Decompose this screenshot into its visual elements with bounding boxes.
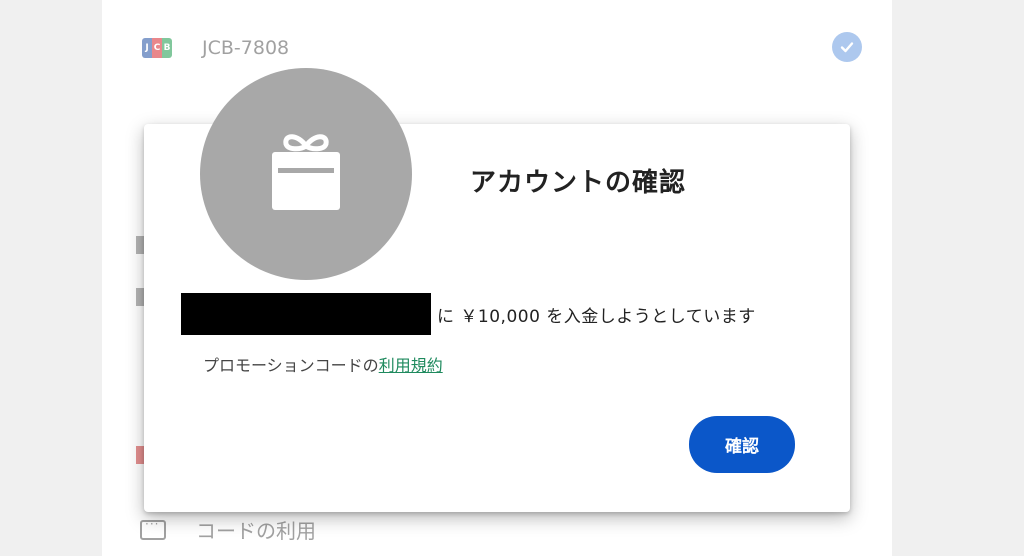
- amount-message: に ￥10,000 を入金しようとしています: [437, 307, 756, 327]
- confirm-button[interactable]: 確認: [689, 416, 795, 473]
- terms-link[interactable]: 利用規約: [379, 356, 443, 375]
- redacted-account-name: [181, 293, 431, 335]
- dialog-title: アカウントの確認: [470, 168, 687, 198]
- promo-terms-line: プロモーションコードの利用規約: [203, 352, 443, 376]
- gift-icon: [200, 68, 412, 280]
- promo-prefix: プロモーションコードの: [203, 356, 379, 375]
